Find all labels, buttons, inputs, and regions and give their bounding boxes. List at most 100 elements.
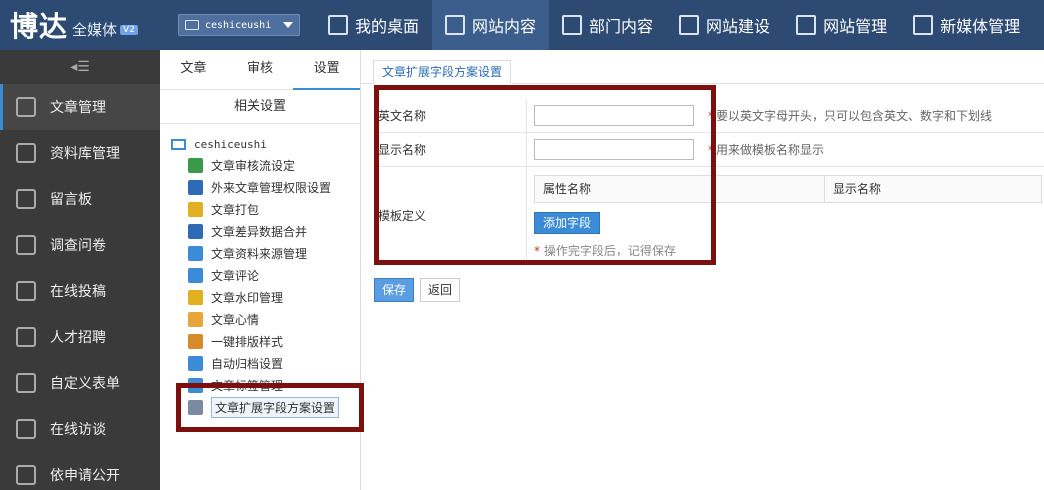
settings-item-icon	[188, 311, 203, 327]
tree-item[interactable]: 文章差异数据合并	[160, 220, 360, 242]
document-edit-icon	[16, 281, 36, 301]
settings-item-icon	[188, 289, 203, 305]
monitor-icon	[171, 138, 186, 150]
tree-item[interactable]: 一键排版样式	[160, 330, 360, 352]
tree-item-label: 文章扩展字段方案设置	[211, 396, 340, 418]
settings-item-icon	[188, 333, 203, 349]
tree-item[interactable]: 文章评论	[160, 264, 360, 286]
media-icon	[913, 15, 934, 35]
tree-item[interactable]: 文章审核流设定	[160, 154, 360, 176]
nav-site-content[interactable]: 网站内容	[432, 0, 550, 50]
tab-settings[interactable]: 设置	[293, 50, 361, 90]
field-table-header: 属性名称 显示名称	[534, 175, 1042, 203]
tree-root-label: ceshiceushi	[194, 137, 267, 151]
collapse-menu-icon[interactable]: ◂☰	[0, 50, 160, 84]
display-name-label: 显示名称	[374, 133, 527, 166]
settings-item-icon	[188, 201, 203, 217]
nav-dept-content[interactable]: 部门内容	[549, 0, 666, 50]
sidebar-item-public-request[interactable]: 依申请公开	[0, 452, 160, 490]
left-sidebar: ◂☰ 文章管理 资料库管理 留言板 调查问卷 在线投稿 人才招聘 自定义表单 在…	[0, 50, 160, 490]
tree-item[interactable]: 文章扩展字段方案设置	[160, 396, 360, 418]
sidebar-item-article-manage[interactable]: 文章管理	[0, 84, 160, 130]
tree-item[interactable]: 外来文章管理权限设置	[160, 176, 360, 198]
back-button[interactable]: 返回	[420, 278, 461, 302]
nav-site-manage[interactable]: 网站管理	[783, 0, 900, 50]
nav-label: 网站管理	[823, 17, 888, 36]
sidebar-item-label: 在线投稿	[50, 284, 106, 300]
display-name-input[interactable]	[534, 139, 694, 160]
add-page-icon	[679, 15, 700, 35]
col-display-name: 显示名称	[833, 182, 882, 196]
tree-item-label: 一键排版样式	[211, 334, 284, 349]
logo-sub: 全媒体	[72, 20, 118, 39]
settings-column: 文章 审核 设置 相关设置 ceshiceushi 文章审核流设定外来文章管理权…	[160, 50, 361, 490]
settings-item-icon	[188, 267, 203, 283]
tab-extension-field-scheme[interactable]: 文章扩展字段方案设置	[373, 60, 512, 84]
tree-item[interactable]: 文章水印管理	[160, 286, 360, 308]
nav-label: 我的桌面	[355, 17, 420, 36]
sidebar-item-submission[interactable]: 在线投稿	[0, 268, 160, 314]
site-selector-value: ceshiceushi	[205, 19, 272, 31]
sidebar-item-guestbook[interactable]: 留言板	[0, 176, 160, 222]
tree-item[interactable]: 文章标签管理	[160, 374, 360, 396]
tab-review[interactable]: 审核	[227, 50, 294, 90]
save-reminder-hint: 操作完字段后，记得保存	[543, 244, 676, 256]
settings-item-icon	[188, 179, 203, 195]
monitor-settings-icon	[796, 15, 817, 35]
section-title: 相关设置	[160, 90, 360, 124]
tree-item-label: 自动归档设置	[211, 356, 284, 371]
save-button[interactable]: 保存	[374, 278, 415, 302]
site-selector[interactable]: ceshiceushi	[178, 14, 300, 36]
nav-site-build[interactable]: 网站建设	[666, 0, 783, 50]
sidebar-item-interview[interactable]: 在线访谈	[0, 406, 160, 452]
settings-item-icon	[188, 245, 203, 261]
display-name-hint: 用来做模板名称显示	[716, 143, 825, 157]
form-actions: 保存 返回	[374, 278, 461, 302]
nav-desktop[interactable]: 我的桌面	[315, 0, 432, 50]
sidebar-item-label: 资料库管理	[50, 146, 120, 162]
tree-item-label: 文章心情	[211, 312, 260, 327]
add-field-button[interactable]: 添加字段	[534, 212, 601, 234]
tree-item-label: 文章打包	[211, 202, 260, 217]
article-settings-icon	[16, 97, 36, 117]
extension-field-form: 英文名称 * 要以英文字母开头，只可以包含英文、数字和下划线 显示名称 * 用来…	[374, 99, 1044, 263]
required-mark: *	[534, 244, 540, 256]
tree-root[interactable]: ceshiceushi	[160, 134, 360, 154]
content-tab-row: 文章扩展字段方案设置	[362, 50, 1044, 84]
sidebar-item-custom-form[interactable]: 自定义表单	[0, 360, 160, 406]
tree-item-label: 文章标签管理	[211, 378, 284, 393]
sidebar-item-survey[interactable]: 调查问卷	[0, 222, 160, 268]
sidebar-item-label: 在线访谈	[50, 422, 106, 438]
logo: 博达 全媒体 V2	[0, 0, 160, 50]
tree-item-label: 文章水印管理	[211, 290, 284, 305]
edit-icon	[445, 15, 466, 35]
tree-item[interactable]: 文章资料来源管理	[160, 242, 360, 264]
grid-icon	[328, 15, 348, 35]
nav-label: 部门内容	[589, 17, 654, 36]
english-name-input[interactable]	[534, 105, 694, 126]
settings-item-icon	[188, 355, 203, 371]
tree-item-label: 外来文章管理权限设置	[211, 180, 332, 195]
tree-item-label: 文章差异数据合并	[211, 224, 308, 239]
row-display-name: 显示名称 * 用来做模板名称显示	[374, 133, 1044, 167]
sidebar-item-recruitment[interactable]: 人才招聘	[0, 314, 160, 360]
tree-item-label: 文章审核流设定	[211, 158, 296, 173]
english-name-label: 英文名称	[374, 99, 527, 132]
nav-label: 新媒体管理	[940, 17, 1021, 36]
col-attr-name: 属性名称	[535, 176, 825, 202]
tree-item[interactable]: 自动归档设置	[160, 352, 360, 374]
org-chart-icon	[562, 15, 583, 35]
row-template-definition: 模板定义 属性名称 显示名称 添加字段 * 操作完字段后，记得保存	[374, 167, 1044, 263]
tree-item[interactable]: 文章心情	[160, 308, 360, 330]
download-box-icon	[16, 143, 36, 163]
tab-article[interactable]: 文章	[160, 50, 227, 90]
tree-item[interactable]: 文章打包	[160, 198, 360, 220]
sidebar-item-library[interactable]: 资料库管理	[0, 130, 160, 176]
template-definition-label: 模板定义	[374, 167, 527, 263]
chevron-down-icon	[283, 22, 293, 28]
nav-label: 网站建设	[706, 17, 771, 36]
tree-item-label: 文章资料来源管理	[211, 246, 308, 261]
form-icon	[16, 373, 36, 393]
settings-item-icon	[188, 399, 203, 415]
nav-new-media[interactable]: 新媒体管理	[900, 0, 1033, 50]
